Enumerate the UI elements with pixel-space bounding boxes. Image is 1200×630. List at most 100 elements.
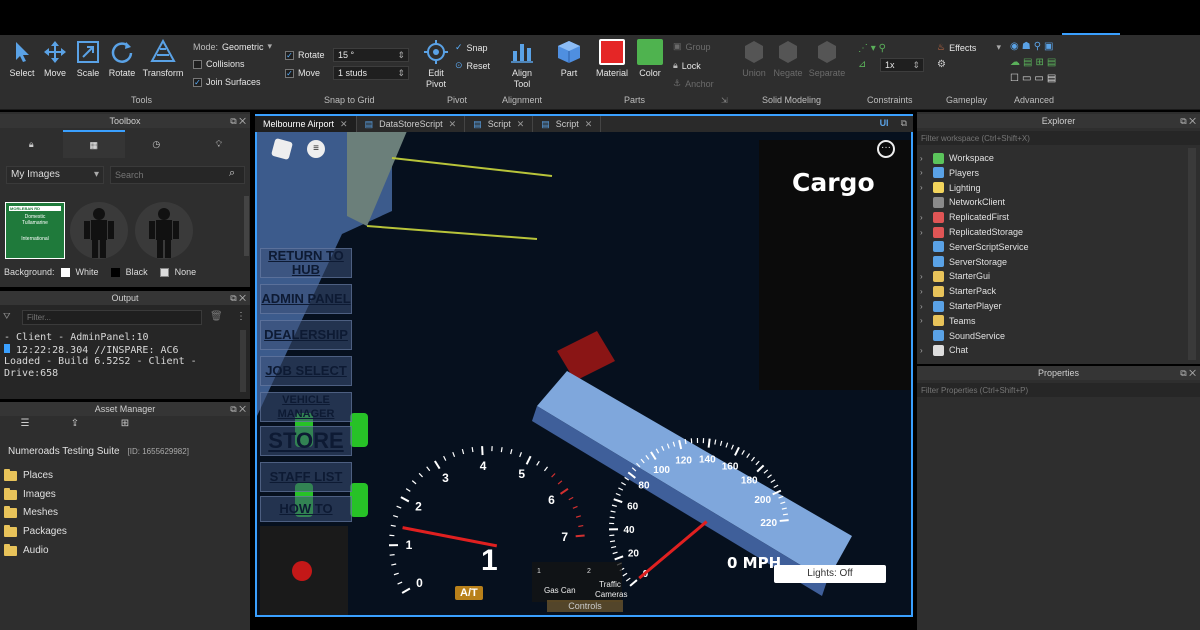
toolbox-source-dropdown[interactable]: My Images ▾ (6, 166, 104, 184)
toolbox-search-input[interactable] (110, 166, 245, 184)
anchor-button[interactable]: ⚓︎ Anchor (673, 78, 714, 89)
collisions-toggle[interactable]: Collisions (193, 59, 245, 69)
edit-pivot-button[interactable]: Edit Pivot (418, 39, 454, 90)
staff-list-button[interactable]: STAFF LIST (260, 462, 352, 492)
tab-melbourne-airport[interactable]: Melbourne Airport ✕ (255, 116, 357, 132)
more-vertical-icon[interactable]: ⋮ (236, 311, 246, 322)
move-increment-field[interactable]: 1 studs ⇕ (333, 66, 409, 80)
tab-script-1[interactable]: ▤ Script ✕ (465, 116, 534, 132)
scale-tool-button[interactable]: Scale (70, 39, 106, 78)
chat-icon[interactable]: ≡ (307, 140, 325, 158)
upload-icon[interactable]: ⇪ (50, 418, 100, 436)
move-snap-checkbox[interactable]: ✓ (285, 68, 294, 78)
join-surfaces-toggle[interactable]: ✓ Join Surfaces (193, 77, 261, 87)
advanced-tools-row-3-icon[interactable]: ☐▭▭▤ (1010, 73, 1059, 84)
chevron-right-icon[interactable]: › (920, 168, 928, 177)
join-surfaces-checkbox[interactable]: ✓ (193, 77, 202, 87)
white-swatch[interactable] (60, 267, 70, 277)
trash-icon[interactable]: 🗑︎ (210, 311, 223, 322)
explorer-item-serverstorage[interactable]: ServerStorage (920, 255, 1007, 269)
lights-status[interactable]: Lights: Off (774, 565, 886, 583)
close-icon[interactable]: ✕ (517, 119, 525, 130)
chevron-right-icon[interactable]: › (920, 228, 928, 237)
advanced-tools-row-1-icon[interactable]: ◉☗⚲▣ (1010, 41, 1056, 52)
close-icon[interactable]: ✕ (449, 119, 457, 130)
game-viewport[interactable]: 01234567 020406080100120140160180200220 … (255, 114, 913, 617)
panel-controls-icon[interactable]: ⧉ ✕ (230, 291, 246, 305)
mode-selector[interactable]: Mode: Geometric ▾ (193, 41, 272, 52)
explorer-item-networkclient[interactable]: NetworkClient (920, 195, 1005, 209)
return-to-hub-button[interactable]: RETURN TO HUB (260, 248, 352, 278)
tab-inventory[interactable]: 🔒︎ (0, 130, 63, 158)
explorer-scrollbar[interactable] (1188, 148, 1196, 360)
tab-marketplace[interactable]: ▦ (62, 130, 125, 158)
asset-folder-places[interactable]: Places (4, 468, 53, 481)
chevron-right-icon[interactable]: › (920, 272, 928, 281)
separate-button[interactable]: Separate (806, 39, 848, 78)
rotate-snap-checkbox[interactable]: ✓ (285, 50, 294, 60)
explorer-item-teams[interactable]: › Teams (920, 314, 976, 328)
effects-button[interactable]: ♨ Effects ▾ (937, 42, 1001, 53)
toolbox-item-road-sign[interactable]: MORLEBAN RD Domestic Tullamarine Interna… (5, 202, 65, 259)
collisions-checkbox[interactable] (193, 59, 202, 69)
vehicle-manager-button[interactable]: VEHICLE MANAGER (260, 392, 352, 422)
hotbar-item-traffic-cameras[interactable]: Traffic Cameras (595, 580, 627, 600)
pivot-reset-button[interactable]: ⊙ Reset (455, 60, 490, 71)
explorer-item-replicatedstorage[interactable]: › ReplicatedStorage (920, 225, 1023, 239)
explorer-item-starterplayer[interactable]: › StarterPlayer (920, 299, 1002, 313)
color-button[interactable]: Color (632, 39, 668, 78)
part-button[interactable]: Part (551, 39, 587, 78)
explorer-item-lighting[interactable]: › Lighting (920, 181, 981, 195)
black-swatch[interactable] (110, 267, 120, 277)
store-button[interactable]: STORE (260, 426, 352, 456)
tab-recent[interactable]: ◷ (125, 130, 188, 158)
pivot-snap-toggle[interactable]: ✓ Snap (455, 42, 488, 53)
tab-script-2[interactable]: ▤ Script ✕ (533, 116, 602, 132)
expand-group-icon[interactable]: ⇲ (721, 96, 728, 105)
panel-controls-icon[interactable]: ⧉ ✕ (230, 114, 246, 128)
negate-button[interactable]: Negate (770, 39, 806, 78)
properties-filter-input[interactable] (917, 383, 1200, 397)
panel-controls-icon[interactable]: ⧉ ✕ (1180, 366, 1196, 380)
chevron-right-icon[interactable]: › (920, 213, 928, 222)
chevron-right-icon[interactable]: › (920, 302, 928, 311)
advanced-tools-row-2-icon[interactable]: ☁▤⊞▤ (1010, 57, 1059, 68)
rotate-tool-button[interactable]: Rotate (104, 39, 140, 78)
output-filter-input[interactable] (22, 310, 202, 325)
move-tool-button[interactable]: Move (37, 39, 73, 78)
explorer-item-workspace[interactable]: › Workspace (920, 151, 994, 165)
constraint-join-icon[interactable]: ⋰ ▾ ⚲ (858, 43, 886, 54)
constraint-scale-field[interactable]: 1x ⇕ (880, 58, 924, 72)
list-view-icon[interactable]: ☰ (0, 418, 50, 436)
chevron-right-icon[interactable]: › (920, 287, 928, 296)
job-select-button[interactable]: JOB SELECT (260, 356, 352, 386)
select-tool-button[interactable]: Select (4, 39, 40, 78)
search-icon[interactable]: ⌕ (229, 167, 235, 180)
explorer-item-soundservice[interactable]: SoundService (920, 329, 1005, 343)
toolbox-item-figure-1[interactable] (70, 202, 128, 259)
chevron-right-icon[interactable]: › (920, 346, 928, 355)
filter-funnel-icon[interactable]: ⛛ (3, 311, 11, 322)
align-tool-button[interactable]: Align Tool (504, 39, 540, 90)
hotbar-item-gas-can[interactable]: Gas Can (544, 586, 576, 595)
chevron-right-icon[interactable]: › (920, 154, 928, 163)
explorer-item-starterpack[interactable]: › StarterPack (920, 284, 996, 298)
explorer-item-serverscriptservice[interactable]: ServerScriptService (920, 240, 1029, 254)
more-options-icon[interactable]: ··· (877, 140, 895, 158)
asset-folder-audio[interactable]: Audio (4, 543, 49, 556)
explorer-item-startergui[interactable]: › StarterGui (920, 269, 990, 283)
group-button[interactable]: ▣ Group (673, 41, 711, 52)
material-button[interactable]: Material (592, 39, 632, 78)
transform-tool-button[interactable]: Transform (140, 39, 186, 78)
output-scrollbar[interactable] (240, 330, 246, 392)
lock-button[interactable]: 🔒︎ Lock (673, 60, 701, 71)
close-icon[interactable]: ✕ (340, 119, 348, 130)
explorer-filter-input[interactable] (917, 131, 1200, 145)
tab-datastorescript[interactable]: ▤ DataStoreScript ✕ (357, 116, 466, 132)
move-snap-toggle[interactable]: ✓ Move (285, 68, 320, 78)
asset-folder-packages[interactable]: Packages (4, 524, 67, 537)
toolbox-scrollbar[interactable] (244, 196, 249, 256)
union-button[interactable]: Union (736, 39, 772, 78)
rotate-increment-field[interactable]: 15 ° ⇕ (333, 48, 409, 62)
explorer-item-replicatedfirst[interactable]: › ReplicatedFirst (920, 210, 1009, 224)
